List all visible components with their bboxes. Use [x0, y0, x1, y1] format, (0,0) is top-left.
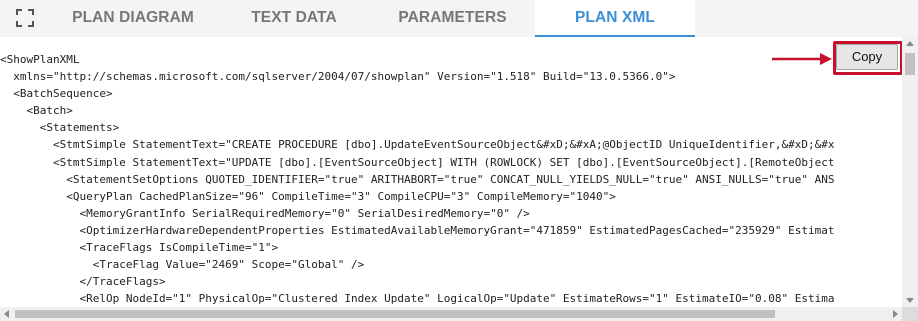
- xml-line: <TraceFlags IsCompileTime="1">: [0, 241, 279, 255]
- xml-line: <ShowPlanXML: [0, 53, 80, 66]
- scroll-left-icon[interactable]: [0, 307, 14, 321]
- horizontal-scroll-thumb[interactable]: [15, 310, 775, 318]
- xml-line: <MemoryGrantInfo SerialRequiredMemory="0…: [0, 206, 530, 220]
- copy-button[interactable]: Copy: [836, 44, 898, 70]
- scroll-up-icon[interactable]: [902, 37, 918, 51]
- tab-text-data[interactable]: TEXT DATA: [228, 0, 360, 37]
- xml-code: <ShowPlanXML xmlns="http://schemas.micro…: [0, 51, 902, 319]
- xml-viewer: <ShowPlanXML xmlns="http://schemas.micro…: [0, 37, 918, 321]
- vertical-scroll-thumb[interactable]: [905, 53, 915, 75]
- xml-line: <OptimizerHardwareDependentProperties Es…: [0, 223, 835, 237]
- xml-line: <StmtSimple StatementText="CREATE PROCED…: [0, 138, 835, 152]
- scroll-down-icon[interactable]: [902, 293, 918, 307]
- xml-line: </TraceFlags>: [0, 275, 166, 289]
- xml-line: <QueryPlan CachedPlanSize="96" CompileTi…: [0, 189, 616, 203]
- tab-parameters[interactable]: PARAMETERS: [370, 0, 535, 37]
- xml-line: <RelOp NodeId="1" PhysicalOp="Clustered …: [0, 292, 835, 306]
- xml-line: xmlns="http://schemas.microsoft.com/sqls…: [0, 70, 676, 84]
- scroll-right-icon[interactable]: [888, 307, 902, 321]
- vertical-scrollbar[interactable]: [902, 37, 918, 307]
- xml-line: <StatementSetOptions QUOTED_IDENTIFIER="…: [0, 172, 835, 186]
- horizontal-scrollbar[interactable]: [0, 307, 902, 321]
- xml-line: <TraceFlag Value="2469" Scope="Global" /…: [0, 258, 365, 272]
- xml-line: <StmtSimple StatementText="UPDATE [dbo].…: [0, 155, 835, 169]
- expand-icon[interactable]: [16, 9, 34, 27]
- tab-plan-xml[interactable]: PLAN XML: [535, 0, 695, 37]
- tab-plan-diagram[interactable]: PLAN DIAGRAM: [48, 0, 218, 37]
- scrollbar-corner: [902, 307, 918, 321]
- xml-line: <BatchSequence>: [0, 87, 113, 101]
- xml-line: <Batch>: [0, 104, 73, 118]
- tab-bar: PLAN DIAGRAM TEXT DATA PARAMETERS PLAN X…: [0, 0, 918, 37]
- xml-line: <Statements>: [0, 121, 120, 135]
- callout-arrow-icon: [772, 53, 832, 65]
